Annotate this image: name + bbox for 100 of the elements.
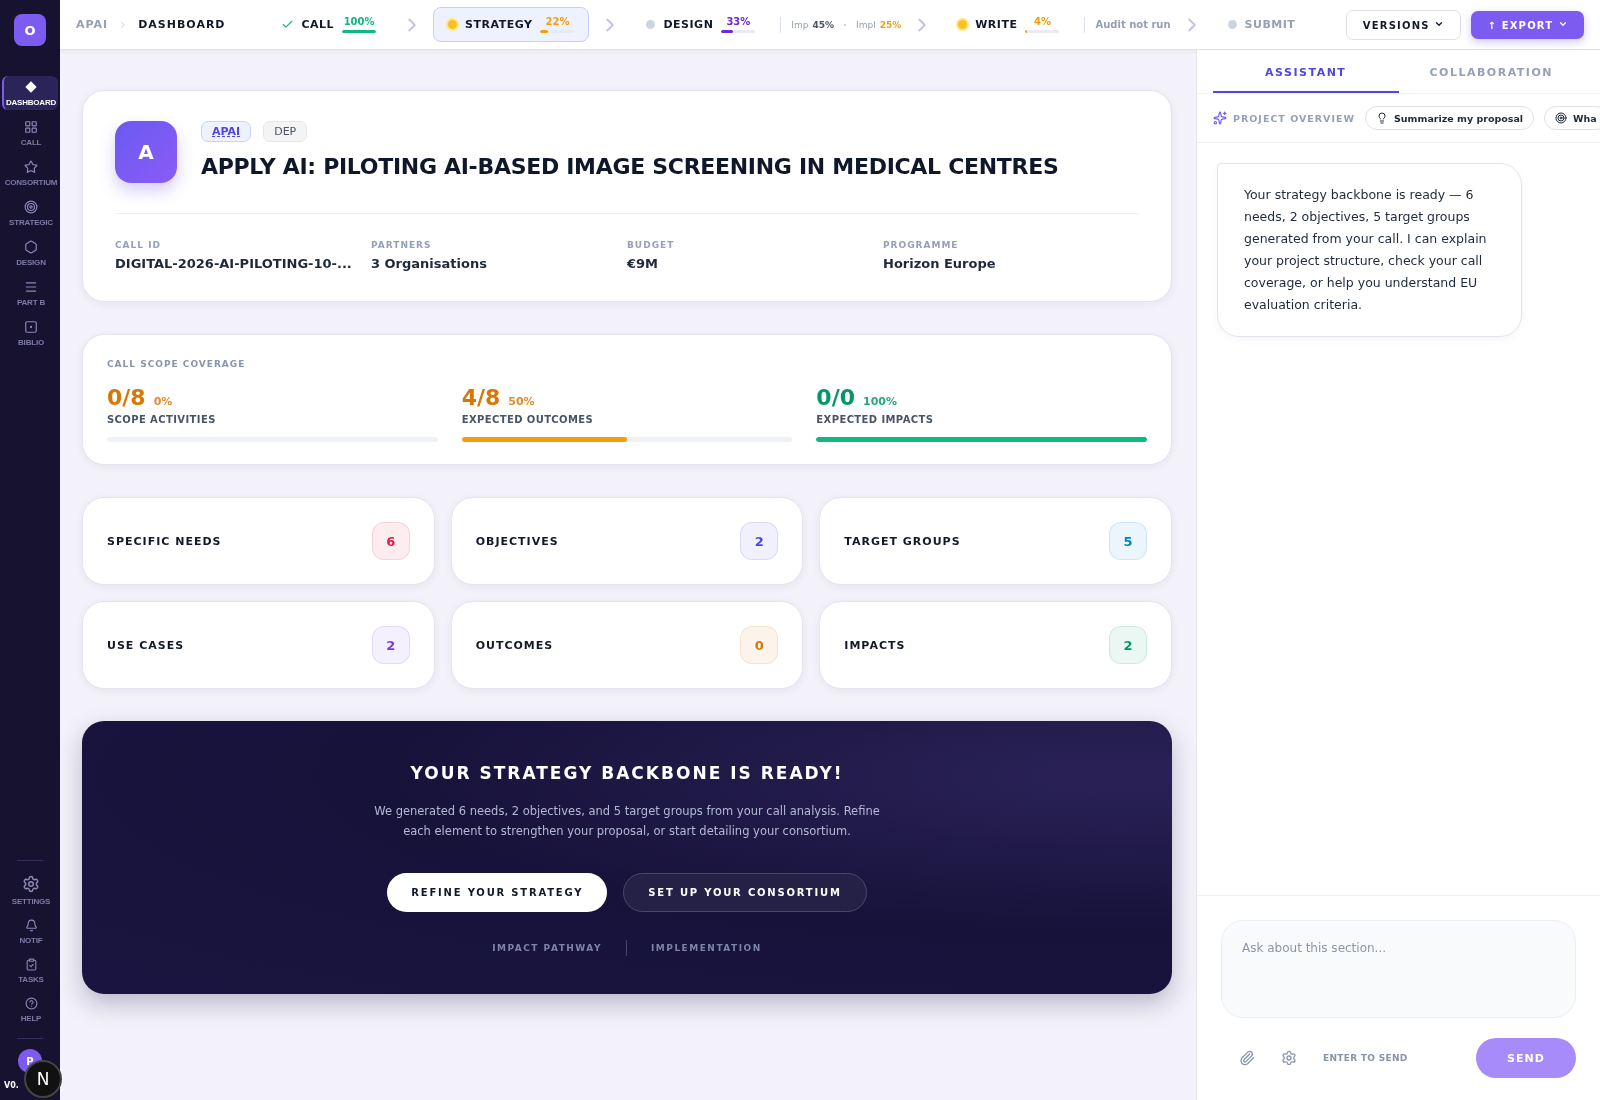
step-tab[interactable]: CALL 100%	[265, 7, 392, 42]
stat-card[interactable]: IMPACTS 2	[819, 601, 1172, 689]
stat-count: 2	[371, 626, 410, 664]
banner-text: We generated 6 needs, 2 objectives, and 5 target groups from your call analysis. Refine each element to strengthen your proposal, or start detailing your consortium.	[373, 803, 881, 840]
step-percent: 4%	[1033, 16, 1051, 27]
status-dot	[646, 20, 656, 29]
stat-count: 0	[740, 626, 779, 664]
check-icon	[280, 18, 294, 31]
step-percent: 100%	[343, 16, 375, 27]
list-icon	[24, 280, 38, 294]
banner-link[interactable]: IMPLEMENTATION	[651, 943, 762, 953]
step-progress	[721, 30, 756, 33]
step-tab[interactable]: DESIGN 33%	[631, 7, 771, 42]
meta-value: DIGITAL-2026-AI-PILOTING-10-...	[115, 256, 353, 271]
panel-tab[interactable]: ASSISTANT	[1213, 50, 1399, 93]
breadcrumb-current: DASHBOARD	[138, 18, 226, 31]
stat-label: USE CASES	[107, 638, 185, 652]
suggestion-chip[interactable]: Wha	[1544, 106, 1600, 130]
version-label: V0.	[4, 1081, 19, 1090]
target-icon	[1555, 112, 1568, 124]
settings-icon	[22, 875, 40, 893]
assistant-message: Your strategy backbone is ready — 6 needs, 2 objectives, 5 target groups generated from your call. I can explain your project structure, check your call coverage, or help you understand EU evaluation criteria.	[1217, 163, 1522, 337]
bell-icon	[24, 919, 38, 932]
stat-card[interactable]: OBJECTIVES 2	[450, 497, 804, 585]
stat-count: 2	[740, 522, 779, 560]
square-icon	[24, 320, 38, 334]
coverage-label: SCOPE ACTIVITIES	[107, 414, 217, 425]
clipboard-icon	[24, 958, 38, 971]
send-hint: ENTER TO SEND	[1323, 1053, 1409, 1063]
banner-link[interactable]: IMPACT PATHWAY	[492, 943, 602, 953]
coverage-title: CALL SCOPE COVERAGE	[107, 359, 247, 369]
sidebar-item[interactable]: DESIGN	[2, 236, 58, 270]
stat-label: SPECIFIC NEEDS	[107, 534, 222, 548]
coverage-label: EXPECTED IMPACTS	[816, 414, 935, 425]
project-avatar: A	[115, 121, 177, 183]
stat-count: 6	[371, 522, 410, 560]
export-button[interactable]: ↑ EXPORT	[1471, 10, 1584, 39]
status-dot	[448, 20, 458, 29]
app-logo[interactable]: O	[14, 14, 46, 46]
sidebar-item[interactable]: DASHBOARD	[2, 76, 58, 110]
meta-value: Horizon Europe	[883, 256, 997, 271]
project-tag: APAI	[201, 121, 252, 142]
paperclip-icon[interactable]	[1239, 1050, 1255, 1066]
coverage-percent: 50%	[508, 395, 535, 408]
sidebar-item[interactable]: HELP	[2, 993, 58, 1026]
help-icon	[24, 997, 38, 1010]
sidebar-item[interactable]: SETTINGS	[2, 871, 58, 909]
step-percent: 22%	[545, 16, 570, 27]
stat-card[interactable]: TARGET GROUPS 5	[819, 497, 1172, 585]
status-dot	[1227, 20, 1237, 29]
stat-card[interactable]: OUTCOMES 0	[450, 601, 804, 689]
step-percent: 33%	[726, 16, 751, 27]
meta-label: PARTNERS	[371, 240, 433, 250]
lightbulb-icon	[1376, 112, 1388, 124]
stat-label: OBJECTIVES	[475, 534, 559, 548]
sidebar-item[interactable]: NOTIF	[2, 915, 58, 948]
step-note: Audit not run	[1095, 19, 1171, 30]
metric-label: Imp	[791, 19, 809, 30]
metric-value: 25%	[879, 19, 902, 30]
panel-tab[interactable]: COLLABORATION	[1398, 50, 1584, 93]
step-tab[interactable]: STRATEGY 22%	[433, 7, 590, 42]
stat-label: OUTCOMES	[475, 638, 554, 652]
banner-title: YOUR STRATEGY BACKBONE IS READY!	[410, 763, 844, 783]
hexagon-icon	[24, 240, 38, 254]
stat-card[interactable]: USE CASES 2	[82, 601, 435, 689]
breadcrumb-link[interactable]: APAI	[76, 18, 109, 31]
target-icon	[24, 200, 38, 214]
meta-label: BUDGET	[627, 240, 676, 250]
project-tag: DEP	[263, 121, 308, 142]
context-label: PROJECT OVERVIEW	[1213, 111, 1355, 125]
stat-card[interactable]: SPECIFIC NEEDS 6	[82, 497, 435, 585]
metric-label: Impl	[856, 19, 876, 30]
coverage-count: 0/8	[107, 385, 146, 410]
sidebar-item[interactable]: TASKS	[2, 954, 58, 987]
sidebar-item[interactable]: CONSORTIUM	[2, 156, 58, 190]
step-tab[interactable]: WRITE 4%	[943, 7, 1075, 42]
sparkle-icon	[1213, 111, 1227, 125]
versions-button[interactable]: VERSIONS	[1345, 9, 1462, 40]
stat-count: 5	[1109, 522, 1147, 560]
meta-label: CALL ID	[115, 240, 162, 250]
meta-value: €9M	[627, 256, 660, 271]
sidebar-item[interactable]: PART B	[2, 276, 58, 310]
meta-value: 3 Organisations	[371, 256, 488, 271]
project-title: APPLY AI: PILOTING AI-BASED IMAGE SCREENING IN MEDICAL CENTRES	[201, 154, 1059, 179]
settings-icon[interactable]	[1281, 1050, 1297, 1066]
banner-button[interactable]: SET UP YOUR CONSORTIUM	[623, 873, 867, 912]
sidebar-item[interactable]: STRATEGIC	[2, 196, 58, 230]
grid-icon	[24, 120, 38, 134]
coverage-label: EXPECTED OUTCOMES	[461, 414, 595, 425]
stat-label: TARGET GROUPS	[844, 534, 961, 548]
step-tab[interactable]: SUBMIT	[1212, 9, 1311, 40]
coverage-percent: 0%	[153, 395, 173, 408]
coverage-count: 0/0	[816, 385, 855, 410]
metric-value: 45%	[812, 19, 835, 30]
sidebar-item[interactable]: CALL	[2, 116, 58, 150]
status-dot	[958, 20, 968, 29]
suggestion-chip[interactable]: Summarize my proposal	[1365, 106, 1535, 130]
message-input[interactable]: Ask about this section...	[1221, 920, 1576, 1018]
sidebar-item[interactable]: BIBLIO	[2, 316, 58, 350]
banner-button[interactable]: REFINE YOUR STRATEGY	[387, 873, 608, 912]
